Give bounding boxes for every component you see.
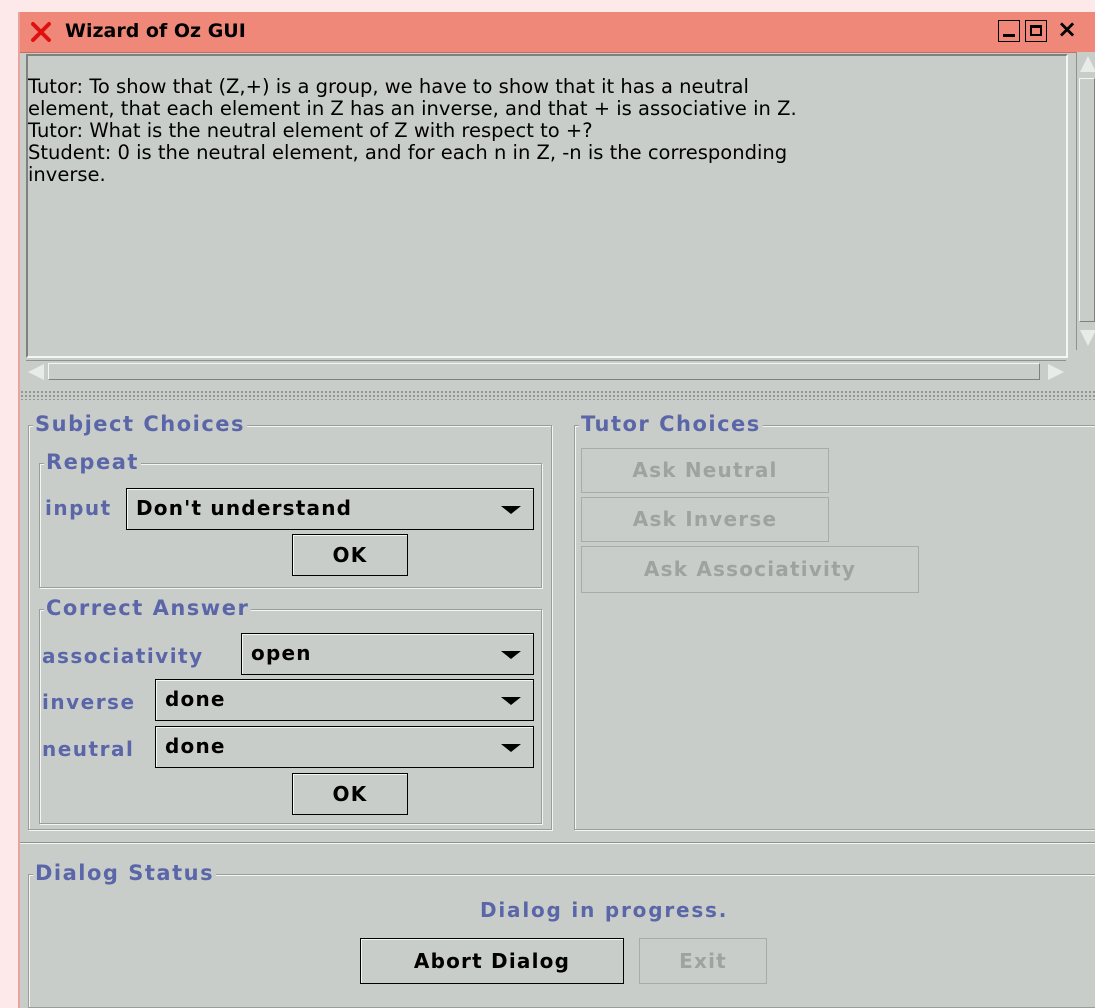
chevron-down-icon	[501, 506, 521, 514]
maximize-icon[interactable]	[1025, 20, 1047, 42]
ask-inverse-button[interactable]: Ask Inverse	[581, 497, 829, 542]
neutral-label: neutral	[42, 737, 135, 761]
dialog-line: inverse.	[28, 163, 106, 186]
repeat-title: Repeat	[44, 450, 141, 474]
vertical-scrollbar[interactable]	[1076, 52, 1095, 350]
app-x-icon	[31, 22, 51, 42]
dialog-line: element, that each element in Z has an i…	[28, 97, 797, 120]
wizard-of-oz-window: Wizard of Oz GUI × Tutor: To show that (…	[18, 12, 1095, 1008]
subject-choices-title: Subject Choices	[33, 412, 248, 436]
repeat-ok-button[interactable]: OK	[292, 534, 408, 576]
associativity-select[interactable]: open	[241, 633, 534, 675]
scroll-left-arrow-icon[interactable]	[28, 364, 44, 380]
inverse-select-value: done	[165, 687, 226, 711]
tutor-choices-title: Tutor Choices	[579, 412, 763, 436]
title-bar[interactable]: Wizard of Oz GUI ×	[20, 12, 1095, 53]
dialog-line: Tutor: To show that (Z,+) is a group, we…	[28, 75, 749, 98]
close-icon[interactable]: ×	[1052, 17, 1082, 42]
scroll-down-arrow-icon[interactable]	[1080, 330, 1095, 346]
inverse-select[interactable]: done	[155, 679, 534, 721]
exit-button[interactable]: Exit	[639, 938, 767, 984]
horizontal-scroll-thumb[interactable]	[48, 363, 1040, 380]
input-label: input	[45, 496, 112, 520]
dialog-line: Student: 0 is the neutral element, and f…	[28, 141, 788, 164]
minimize-icon[interactable]	[998, 20, 1020, 42]
neutral-select-value: done	[165, 734, 226, 758]
correct-answer-title: Correct Answer	[44, 596, 252, 620]
divider	[20, 842, 1095, 844]
dialog-status-text: Dialog in progress.	[480, 898, 729, 922]
correct-answer-ok-button[interactable]: OK	[292, 773, 408, 815]
horizontal-scrollbar[interactable]	[26, 360, 1066, 383]
ask-neutral-button[interactable]: Ask Neutral	[581, 448, 829, 493]
neutral-select[interactable]: done	[155, 726, 534, 768]
input-select[interactable]: Don't understand	[126, 488, 534, 530]
dialog-status-title: Dialog Status	[33, 861, 217, 885]
associativity-label: associativity	[42, 644, 204, 668]
input-select-value: Don't understand	[136, 496, 353, 520]
chevron-down-icon	[501, 651, 521, 659]
abort-dialog-button[interactable]: Abort Dialog	[360, 938, 624, 984]
scroll-right-arrow-icon[interactable]	[1048, 364, 1064, 380]
chevron-down-icon	[501, 744, 521, 752]
window-title: Wizard of Oz GUI	[65, 20, 246, 42]
split-pane-divider[interactable]	[20, 390, 1095, 400]
associativity-select-value: open	[251, 641, 312, 665]
dialog-line: Tutor: What is the neutral element of Z …	[28, 119, 593, 142]
chevron-down-icon	[501, 697, 521, 705]
ask-associativity-button[interactable]: Ask Associativity	[581, 546, 919, 593]
scroll-up-arrow-icon[interactable]	[1080, 56, 1095, 72]
vertical-scroll-thumb[interactable]	[1079, 78, 1095, 322]
inverse-label: inverse	[42, 690, 136, 714]
dialog-log-text: Tutor: To show that (Z,+) is a group, we…	[28, 76, 1058, 186]
